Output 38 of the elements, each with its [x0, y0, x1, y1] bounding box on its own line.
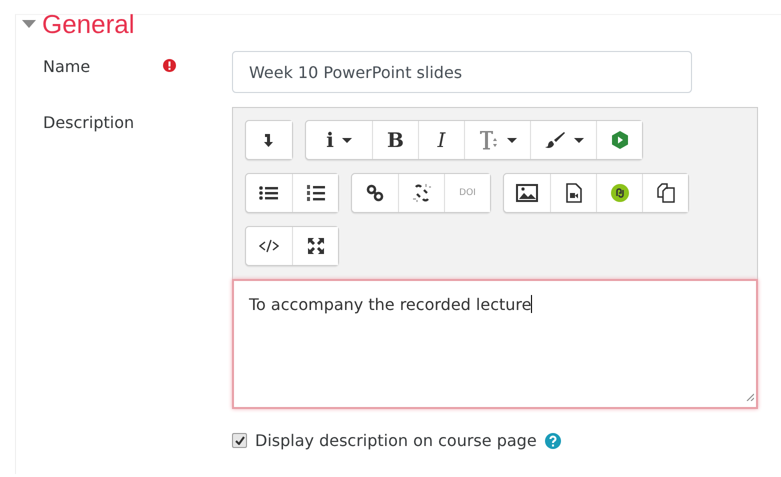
toolbar-button[interactable]: [352, 174, 398, 212]
resize-grip-icon[interactable]: [746, 393, 754, 401]
toolbar-button[interactable]: [292, 227, 338, 265]
font-size-icon: [478, 129, 498, 151]
toolbar-button[interactable]: B: [372, 121, 418, 159]
toolbar-button[interactable]: I: [418, 121, 464, 159]
toolbar-button[interactable]: [504, 174, 550, 212]
checkbox-label: Display description on course page: [255, 431, 537, 450]
round-logo-icon: [610, 183, 630, 203]
checkbox[interactable]: [232, 433, 247, 448]
code-icon: [259, 239, 279, 253]
link-icon: [366, 184, 384, 202]
bullet-list-icon: [259, 185, 279, 201]
toolbar-button[interactable]: [246, 174, 292, 212]
toolbar-button[interactable]: [246, 227, 292, 265]
field-label: Description: [42, 112, 136, 133]
field-label: Name: [42, 56, 92, 77]
toolbar-button[interactable]: [398, 174, 444, 212]
collapse-icon[interactable]: [22, 20, 36, 28]
text-area[interactable]: To accompany the recorded lecture: [232, 279, 758, 409]
toolbar-button[interactable]: [530, 121, 596, 159]
copy-icon: [656, 183, 676, 203]
name-field[interactable]: Week 10 PowerPoint slides: [232, 51, 692, 93]
numbered-list-icon: [306, 184, 326, 202]
image-icon: [516, 184, 538, 202]
toolbar-button[interactable]: i: [306, 121, 372, 159]
help-icon[interactable]: [544, 432, 561, 448]
expand-icon: [306, 237, 324, 255]
toolbar-button[interactable]: [292, 174, 338, 212]
video-file-icon: [566, 183, 582, 203]
toolbar-button[interactable]: [550, 174, 596, 212]
brush-icon: [544, 131, 566, 149]
insert-below-icon: [263, 132, 275, 148]
text-cursor: [531, 295, 532, 313]
hexagon-play-icon: [610, 130, 630, 150]
toolbar-button[interactable]: [642, 174, 688, 212]
section-title: General: [42, 8, 134, 40]
text-area-content: To accompany the recorded lecture: [249, 295, 532, 314]
